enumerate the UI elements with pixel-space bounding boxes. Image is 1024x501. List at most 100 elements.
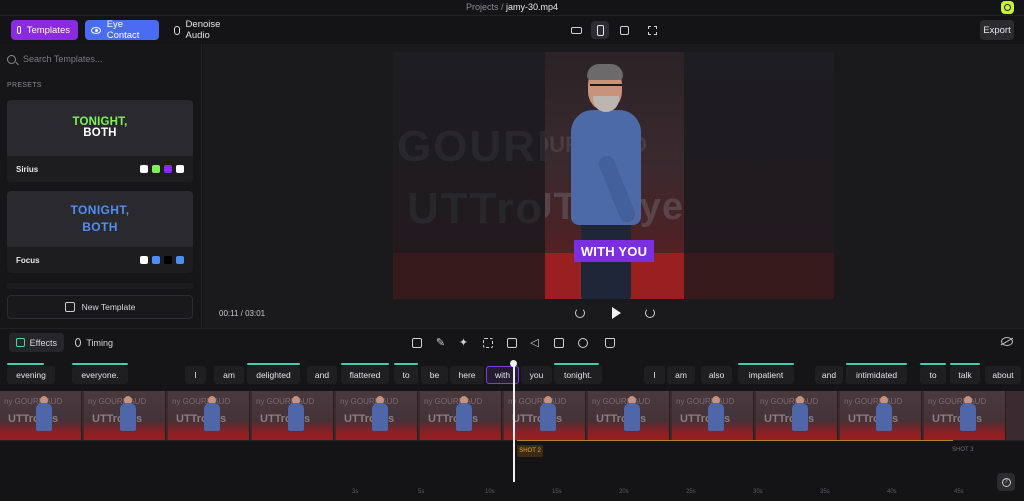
word-chip[interactable]: here [450,366,484,384]
add-media-tool[interactable] [410,336,423,349]
templates-icon [17,26,21,34]
shot-range-line [517,440,953,441]
tab-effects-label: Effects [29,337,57,348]
portrait-icon [596,24,604,36]
zoom-tool[interactable] [481,336,494,349]
forward-icon [645,308,655,318]
word-chip[interactable]: I [644,366,665,384]
delete-tool[interactable] [603,336,616,349]
help-icon: ? [1001,477,1011,487]
new-template-icon [64,302,75,312]
word-chip[interactable]: about [985,366,1021,384]
word-chip[interactable]: and [307,366,337,384]
swatch [164,165,172,173]
audio-tool[interactable]: ◁ [528,336,541,349]
search-icon [7,54,16,64]
frame-text: ny GOURMAUD [172,397,231,406]
word-chip[interactable]: intimidated [846,366,907,384]
word-chip[interactable]: am [214,366,244,384]
ruler-tick: 15s [552,489,562,495]
eye-contact-button[interactable]: Eye Contact [85,19,159,41]
templates-button[interactable]: Templates [11,20,78,40]
preset-card-partial[interactable] [7,283,193,289]
denoise-audio-button[interactable]: Denoise Audio [168,19,248,41]
frame-text: ny GOURMAUD [844,397,903,406]
swatch [140,165,148,173]
word-chip[interactable]: you [521,366,552,384]
frame-text: ny GOURMAUD [4,397,63,406]
breadcrumb-projects[interactable]: Projects [466,2,499,12]
aspect-landscape-button[interactable] [567,21,585,39]
forward-button[interactable] [643,306,657,320]
film-frame: ny GOURMAUD UTTroyes [840,391,922,440]
word-chip[interactable]: also [701,366,732,384]
word-chip[interactable]: to [394,366,418,384]
help-button[interactable]: ? [997,473,1015,491]
caption-overlay[interactable]: WITH YOU [574,240,654,262]
square-icon [619,25,629,35]
word-chip[interactable]: everyone. [72,366,128,384]
timecode: 00:11 / 03:01 [219,309,266,318]
preset-name: Focus [16,255,40,265]
tab-timing[interactable]: Timing [68,333,120,352]
fit-frame-button[interactable] [643,21,661,39]
swatch [140,256,148,264]
rewind-button[interactable] [573,306,587,320]
swatch [176,165,184,173]
word-highlight-line [738,363,794,365]
word-chip[interactable]: flattered [341,366,389,384]
playhead[interactable] [513,362,515,482]
playhead-handle[interactable] [510,360,517,367]
user-avatar-icon[interactable] [1001,1,1014,14]
word-highlight-line [341,363,389,365]
video-frame[interactable]: GOURMAUD UTTroyes WITH YOU [545,52,684,299]
film-frame: ny GOURMAUD UTTroyes [420,391,502,440]
broll-tool[interactable] [505,336,518,349]
play-icon [611,307,621,319]
export-button[interactable]: Export [980,20,1014,40]
ai-effects-tool[interactable]: ✦ [457,336,470,349]
word-chip[interactable]: and [815,366,843,384]
rewind-icon [575,308,585,318]
search-templates[interactable]: Search Templates... [7,51,195,67]
word-chip[interactable]: talk [950,366,980,384]
word-chip[interactable]: am [667,366,695,384]
timeline-ruler[interactable]: 3s 5s 10s 15s 20s 25s 30s 35s 40s 45s [0,462,1024,501]
word-chip[interactable]: to [920,366,946,384]
ruler-tick: 25s [686,489,696,495]
play-button[interactable] [609,306,623,320]
word-chip[interactable]: I [185,366,206,384]
overlay-tool[interactable] [552,336,565,349]
audio-track[interactable] [0,440,1024,462]
preset-swatches [140,165,184,173]
eye-icon [91,26,101,34]
word-chip[interactable]: delighted [247,366,300,384]
video-filmstrip[interactable]: ny GOURMAUD UTTroyes ny GOURMAUD UTTroyes … [0,391,1024,440]
word-chip[interactable]: be [421,366,448,384]
shot-3-label[interactable]: SHOT 3 [952,447,974,453]
tab-effects[interactable]: Effects [9,333,64,352]
hide-captions-icon[interactable] [1001,337,1013,346]
shot-2-label[interactable]: SHOT 2 [517,445,543,457]
new-template-button[interactable]: New Template [7,295,193,319]
effects-icon [16,338,25,347]
film-frame: ny GOURMAUD UTTroyes [336,391,418,440]
word-chip[interactable]: tonight. [554,366,602,384]
film-frame: ny GOURMAUD UTTroyes [924,391,1006,440]
preset-card-focus[interactable]: TONIGHT, BOTH Focus [7,191,193,273]
film-frame: ny GOURMAUD UTTroyes [0,391,82,440]
landscape-icon [570,26,582,34]
search-input[interactable]: Search Templates... [23,54,102,64]
word-chip[interactable]: impatient [738,366,794,384]
tab-timing-label: Timing [86,337,113,348]
emoji-tool[interactable] [576,336,589,349]
edit-tool[interactable]: ✎ [434,336,447,349]
main-toolbar: Templates Eye Contact Denoise Audio Expo… [0,16,1024,44]
breadcrumb-separator: / [500,2,504,12]
clock-icon [75,338,82,347]
aspect-square-button[interactable] [615,21,633,39]
preset-card-sirius[interactable]: TONIGHT, BOTH Sirius [7,100,193,182]
aspect-portrait-button[interactable] [591,21,609,39]
swatch [152,165,160,173]
word-chip[interactable]: evening [7,366,55,384]
